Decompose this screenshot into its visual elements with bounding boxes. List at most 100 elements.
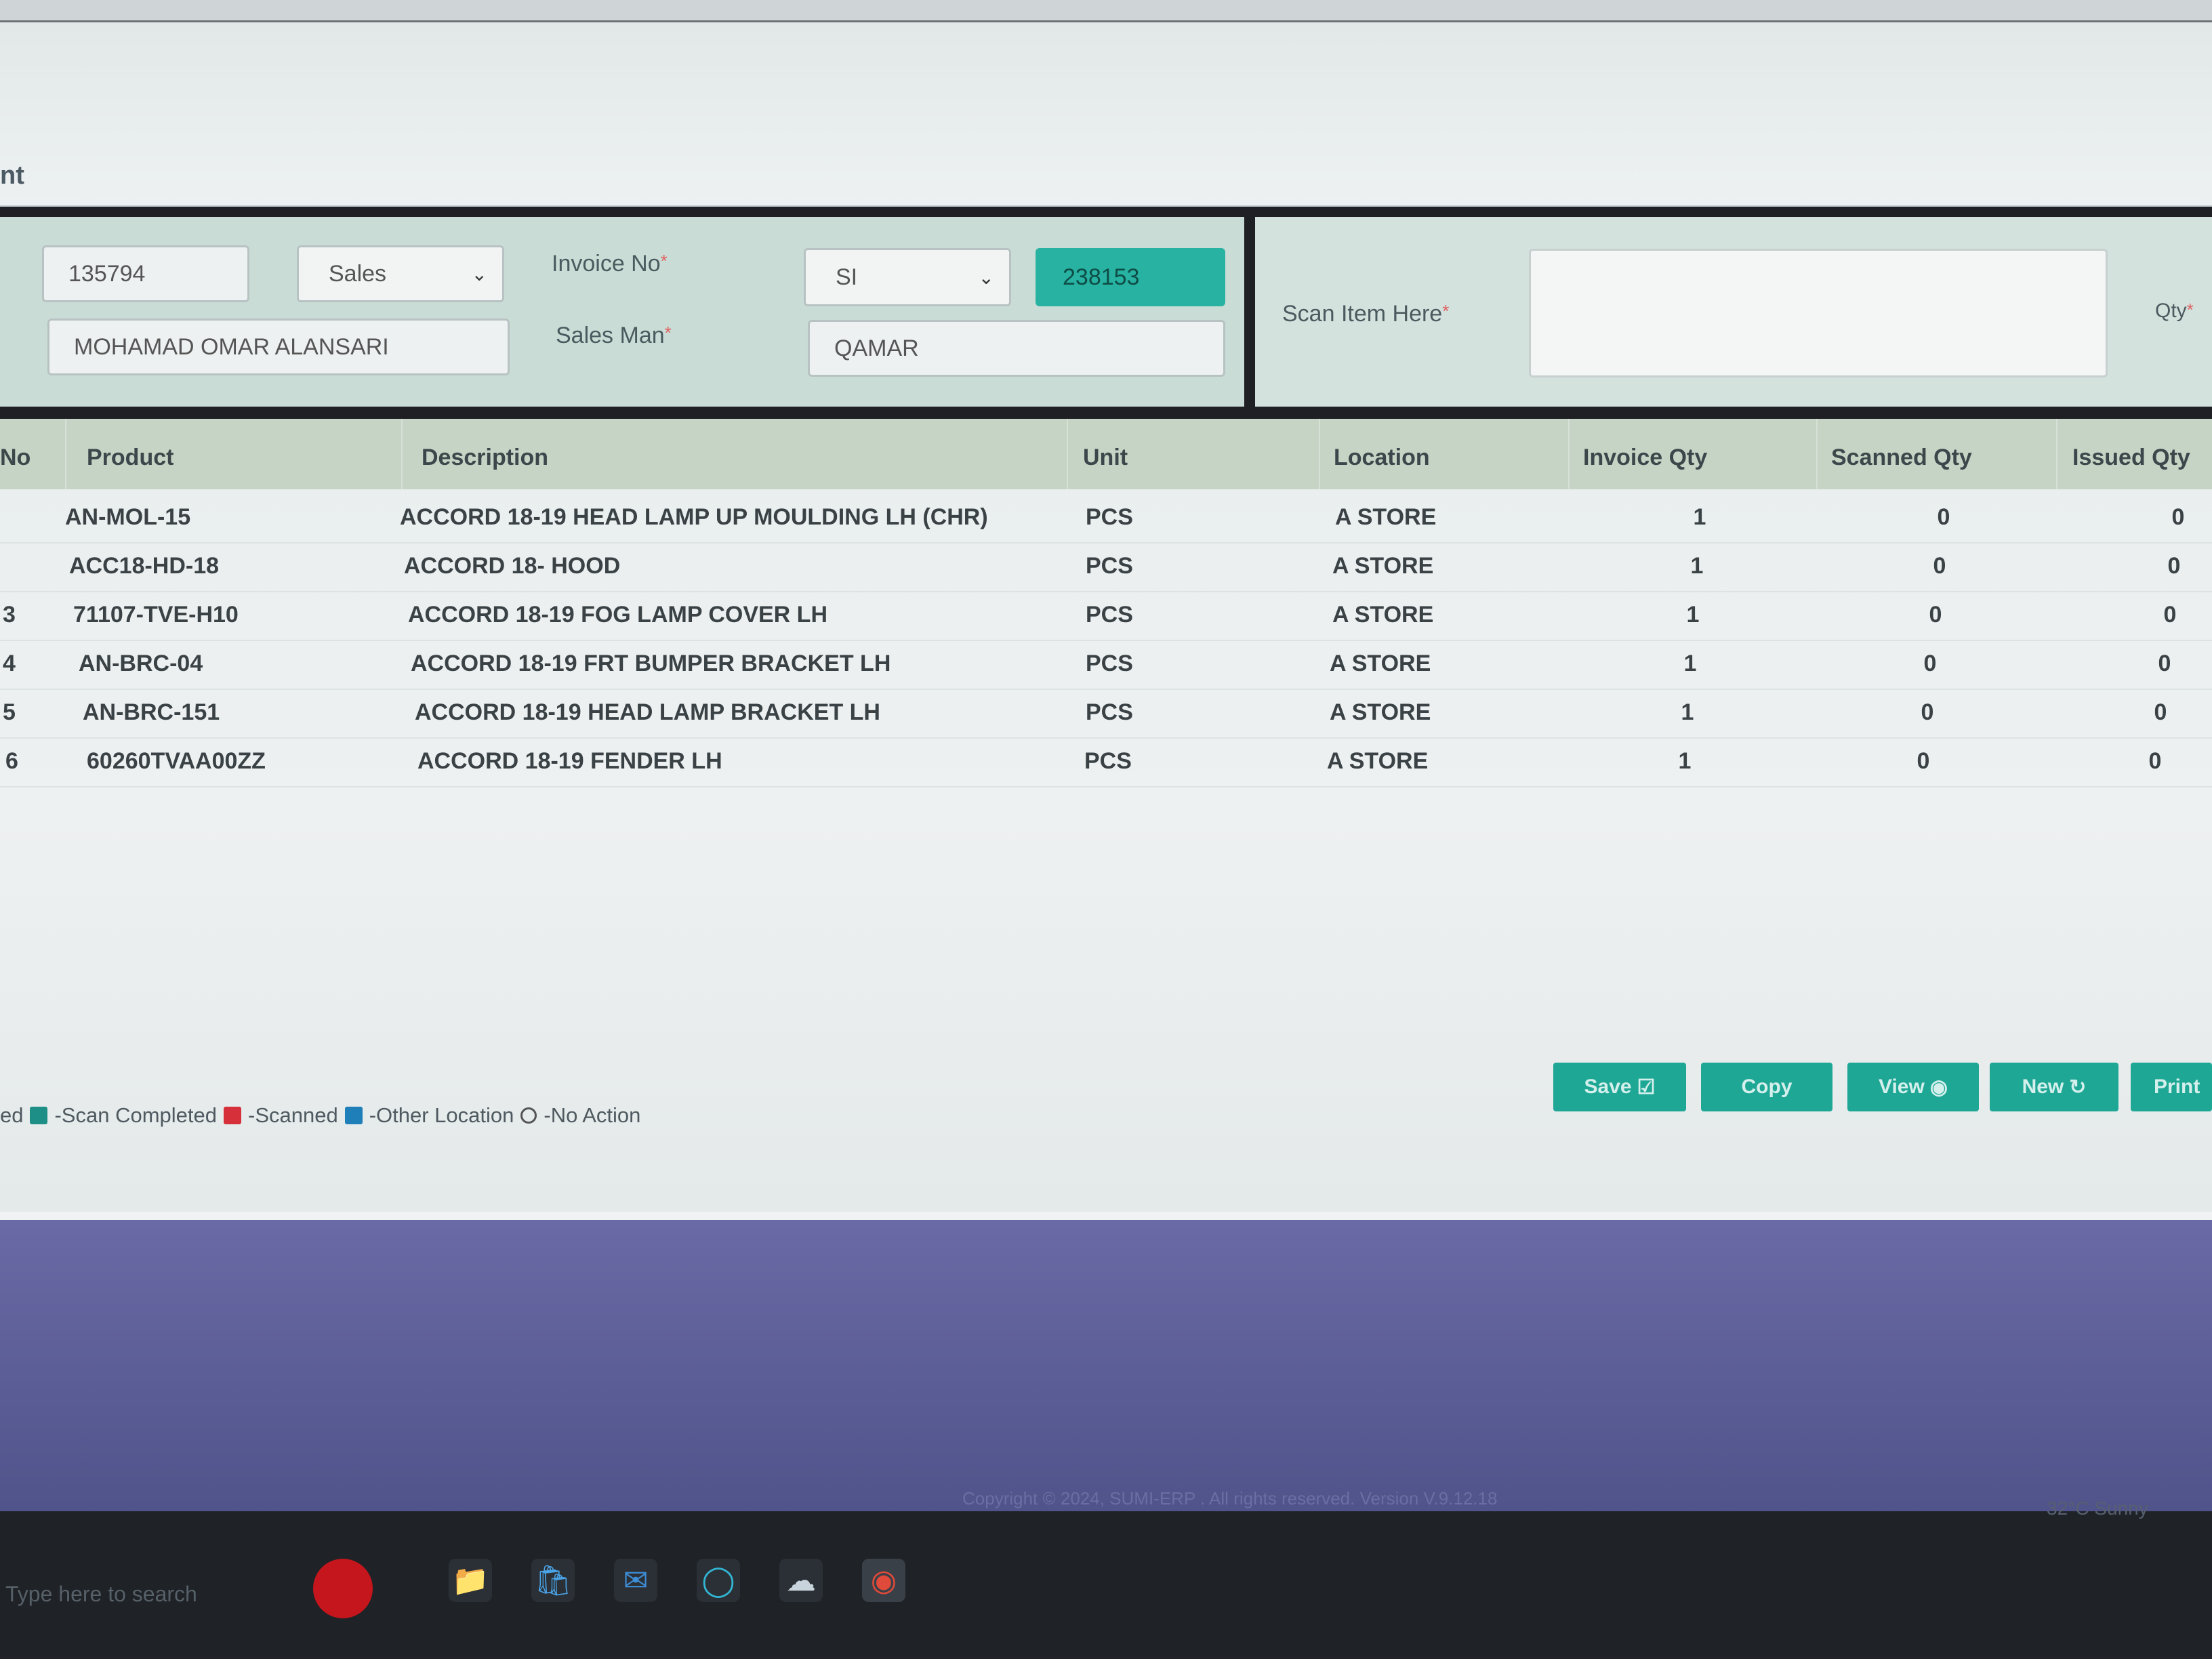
row-scanned-qty: 0 bbox=[1923, 651, 1937, 676]
row-unit: PCS bbox=[1086, 504, 1133, 530]
column-header-product: Product bbox=[87, 445, 174, 470]
sale-type-select[interactable]: Sales ⌄ bbox=[297, 245, 504, 302]
invoice-prefix-select[interactable]: SI ⌄ bbox=[804, 248, 1011, 306]
row-description: ACCORD 18-19 FRT BUMPER BRACKET LH bbox=[411, 651, 891, 676]
sale-type-value: Sales bbox=[329, 260, 387, 287]
table-row[interactable]: 3 71107-TVE-H10 ACCORD 18-19 FOG LAMP CO… bbox=[0, 592, 2212, 641]
row-location: A STORE bbox=[1332, 602, 1434, 628]
scan-item-input[interactable] bbox=[1529, 249, 2108, 377]
chevron-down-icon: ⌄ bbox=[471, 263, 487, 285]
row-description: ACCORD 18-19 HEAD LAMP BRACKET LH bbox=[415, 699, 880, 725]
file-explorer-icon[interactable]: 📁 bbox=[449, 1559, 492, 1602]
row-no: 3 bbox=[3, 602, 16, 628]
legend-no-action: -No Action bbox=[544, 1103, 641, 1127]
row-product: AN-BRC-151 bbox=[83, 699, 220, 725]
column-divider bbox=[1067, 419, 1068, 489]
copy-button[interactable]: Copy bbox=[1701, 1063, 1832, 1111]
row-invoice-qty: 1 bbox=[1686, 602, 1700, 628]
no-action-circle-icon bbox=[520, 1107, 537, 1124]
column-divider bbox=[401, 419, 403, 489]
row-location: A STORE bbox=[1330, 699, 1431, 725]
row-issued-qty: 0 bbox=[2163, 602, 2177, 628]
customer-name-value: MOHAMAD OMAR ALANSARI bbox=[74, 333, 389, 360]
start-orb-icon[interactable] bbox=[313, 1559, 373, 1618]
row-issued-qty: 0 bbox=[2148, 748, 2162, 774]
new-button[interactable]: New ↻ bbox=[1990, 1063, 2118, 1111]
page-title: nt bbox=[0, 161, 24, 190]
column-divider bbox=[2056, 419, 2057, 489]
row-invoice-qty: 1 bbox=[1693, 504, 1706, 530]
row-product: 71107-TVE-H10 bbox=[73, 602, 239, 628]
row-scanned-qty: 0 bbox=[1933, 553, 1946, 579]
column-divider bbox=[1319, 419, 1320, 489]
row-description: ACCORD 18-19 FENDER LH bbox=[417, 748, 722, 774]
row-scanned-qty: 0 bbox=[1937, 504, 1950, 530]
row-issued-qty: 0 bbox=[2171, 504, 2185, 530]
customer-code-value: 135794 bbox=[68, 260, 146, 287]
row-issued-qty: 0 bbox=[2167, 553, 2181, 579]
sales-man-field[interactable]: QAMAR bbox=[808, 320, 1225, 377]
window-top-bar bbox=[0, 0, 2212, 22]
table-row[interactable]: AN-MOL-15 ACCORD 18-19 HEAD LAMP UP MOUL… bbox=[0, 495, 2212, 544]
mail-icon[interactable]: ✉ bbox=[614, 1559, 657, 1602]
print-button[interactable]: Print bbox=[2131, 1063, 2212, 1111]
customer-code-field[interactable]: 135794 bbox=[42, 245, 249, 302]
table-row[interactable]: 5 AN-BRC-151 ACCORD 18-19 HEAD LAMP BRAC… bbox=[0, 690, 2212, 739]
edge-icon[interactable]: ◯ bbox=[697, 1559, 740, 1602]
status-legend: ed -Scan Completed -Scanned -Other Locat… bbox=[0, 1103, 640, 1128]
qty-label: Qty* bbox=[2155, 300, 2194, 322]
row-description: ACCORD 18-19 FOG LAMP COVER LH bbox=[408, 602, 828, 628]
table-row[interactable]: ACC18-HD-18 ACCORD 18- HOOD PCS A STORE … bbox=[0, 544, 2212, 592]
column-divider bbox=[1816, 419, 1818, 489]
row-invoice-qty: 1 bbox=[1681, 699, 1694, 725]
sales-man-value: QAMAR bbox=[834, 335, 919, 361]
view-button[interactable]: View ◉ bbox=[1847, 1063, 1979, 1111]
legend-prefix: ed bbox=[0, 1103, 24, 1127]
row-product: ACC18-HD-18 bbox=[69, 553, 220, 579]
column-header-unit: Unit bbox=[1083, 445, 1128, 470]
column-header-scanned-qty: Scanned Qty bbox=[1831, 445, 1972, 470]
legend-other-location: -Other Location bbox=[369, 1103, 514, 1127]
row-location: A STORE bbox=[1335, 504, 1437, 530]
row-unit: PCS bbox=[1086, 602, 1133, 628]
row-unit: PCS bbox=[1086, 553, 1133, 579]
other-location-swatch bbox=[344, 1107, 363, 1124]
scan-item-label: Scan Item Here* bbox=[1282, 301, 1450, 327]
row-product: 60260TVAA00ZZ bbox=[87, 748, 266, 774]
column-header-invoice-qty: Invoice Qty bbox=[1583, 445, 1708, 470]
row-location: A STORE bbox=[1332, 553, 1434, 579]
row-no: 5 bbox=[3, 699, 16, 725]
row-issued-qty: 0 bbox=[2158, 651, 2171, 676]
invoice-prefix-value: SI bbox=[836, 264, 858, 290]
column-header-location: Location bbox=[1334, 445, 1430, 470]
save-icon: ☑ bbox=[1637, 1076, 1656, 1099]
row-unit: PCS bbox=[1086, 651, 1133, 676]
app-icon[interactable]: ☁ bbox=[779, 1559, 823, 1602]
table-row[interactable]: 4 AN-BRC-04 ACCORD 18-19 FRT BUMPER BRAC… bbox=[0, 641, 2212, 690]
chrome-icon[interactable]: ◉ bbox=[862, 1559, 905, 1602]
row-location: A STORE bbox=[1330, 651, 1431, 676]
customer-name-field[interactable]: MOHAMAD OMAR ALANSARI bbox=[47, 319, 510, 375]
row-issued-qty: 0 bbox=[2154, 699, 2167, 725]
table-row[interactable]: 6 60260TVAA00ZZ ACCORD 18-19 FENDER LH P… bbox=[0, 739, 2212, 787]
row-product: AN-BRC-04 bbox=[79, 651, 203, 676]
row-no: 6 bbox=[5, 748, 18, 774]
eye-icon: ◉ bbox=[1929, 1076, 1948, 1099]
row-scanned-qty: 0 bbox=[1921, 699, 1934, 725]
scan-completed-swatch bbox=[30, 1107, 48, 1124]
column-divider bbox=[1568, 419, 1570, 489]
row-invoice-qty: 1 bbox=[1690, 553, 1704, 579]
invoice-no-label: Invoice No* bbox=[552, 251, 668, 276]
taskbar-search[interactable]: Type here to search bbox=[5, 1582, 197, 1607]
row-location: A STORE bbox=[1327, 748, 1429, 774]
refresh-icon: ↻ bbox=[2069, 1076, 2087, 1099]
invoice-number-field[interactable]: 238153 bbox=[1036, 248, 1225, 306]
sales-man-label: Sales Man* bbox=[556, 323, 672, 348]
save-button[interactable]: Save ☑ bbox=[1553, 1063, 1686, 1111]
store-icon[interactable]: 🛍 bbox=[531, 1559, 575, 1602]
row-scanned-qty: 0 bbox=[1917, 748, 1930, 774]
desktop-background bbox=[0, 1220, 2212, 1518]
column-header-no: No bbox=[0, 445, 31, 470]
legend-scanned: -Scanned bbox=[248, 1103, 338, 1127]
weather-widget[interactable]: 32°C Sunny bbox=[2047, 1498, 2148, 1519]
